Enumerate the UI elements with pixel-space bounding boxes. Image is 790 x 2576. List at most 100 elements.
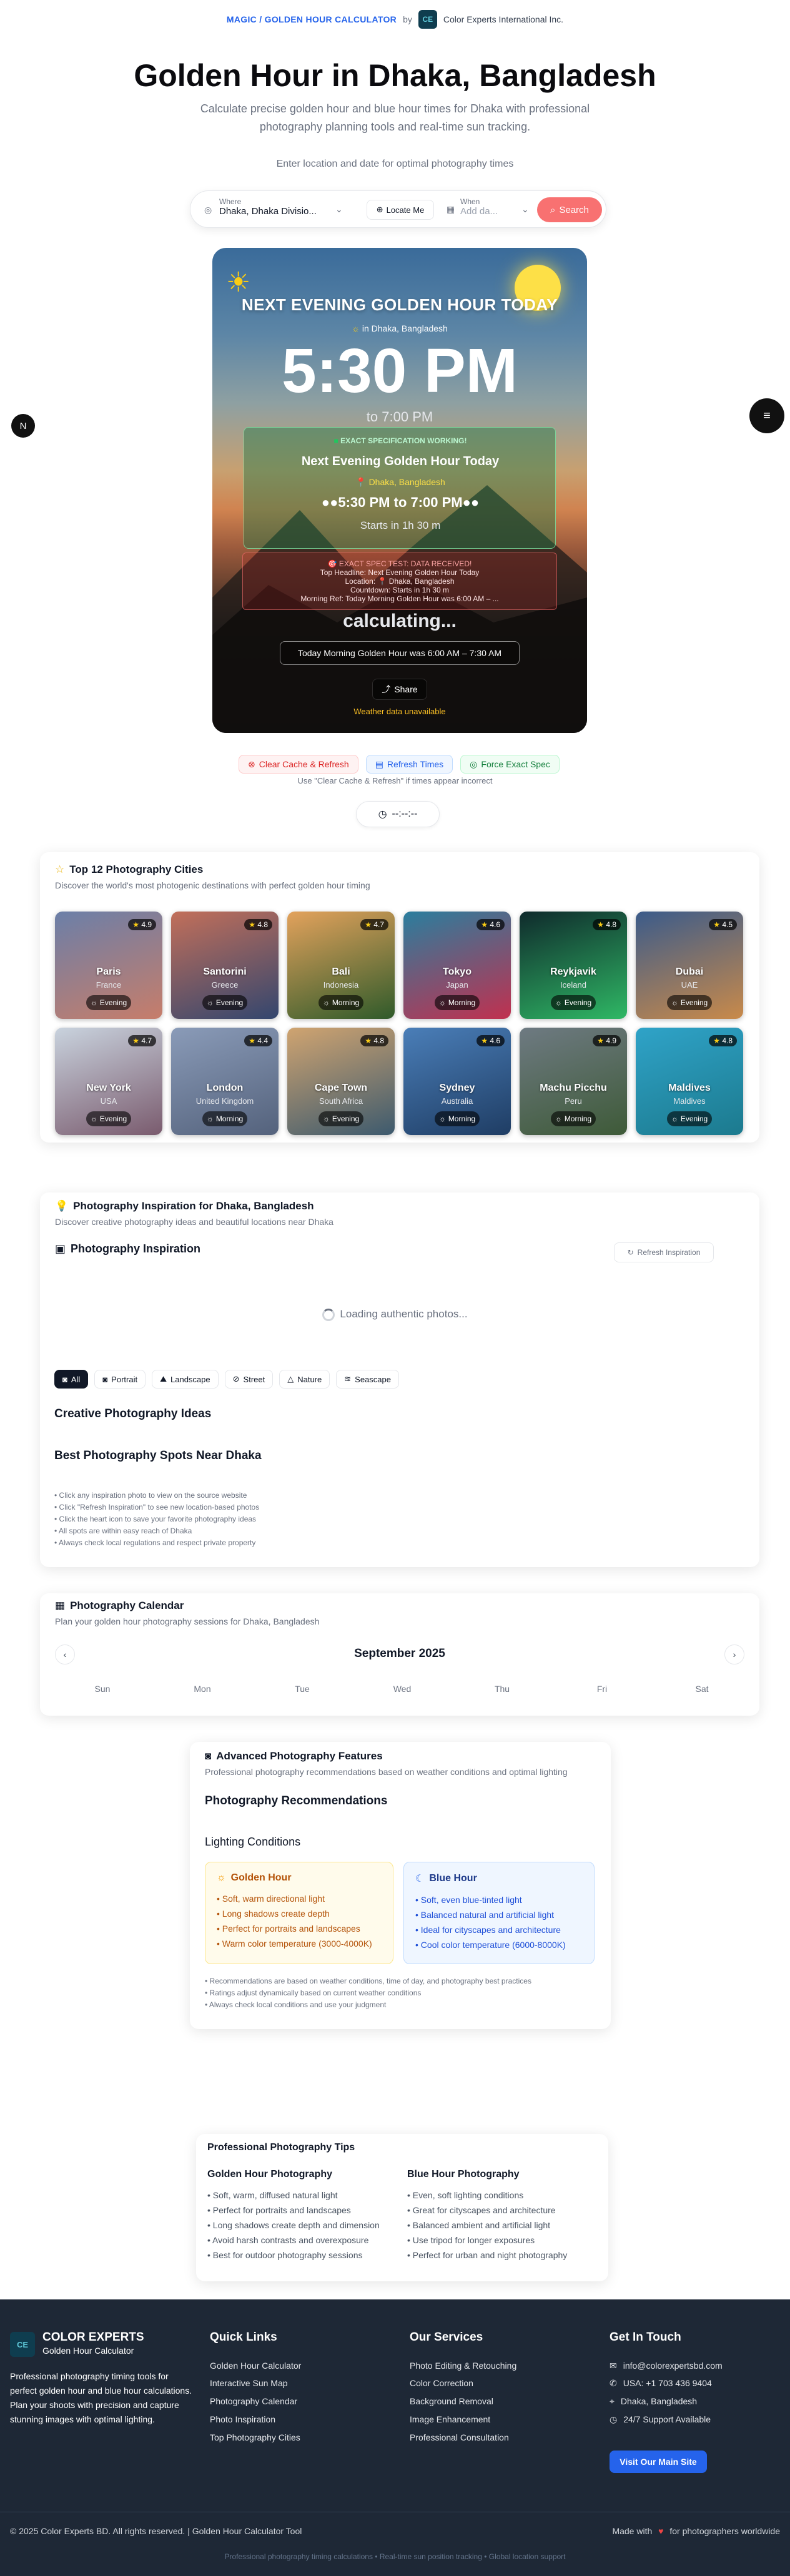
city-card[interactable]: ★ 4.6 Tokyo Japan ☼ Morning <box>403 912 511 1019</box>
refresh-times-button[interactable]: ▤ Refresh Times <box>365 755 453 774</box>
city-card[interactable]: ★ 4.8 Maldives Maldives ☼ Evening <box>636 1028 743 1135</box>
inspiration-notes: • Click any inspiration photo to view on… <box>54 1490 259 1549</box>
time-text: Morning <box>215 1114 244 1123</box>
contact-support: ◷ 24/7 Support Available <box>610 2414 711 2425</box>
golden-item: • Warm color temperature (3000-4000K) <box>217 1939 372 1949</box>
sun-icon: ☼ <box>322 1114 330 1123</box>
city-name: Cape Town <box>314 1083 368 1093</box>
filter-street[interactable]: ⊘ Street <box>224 1370 274 1389</box>
crosshair-icon: ⊕ <box>376 205 383 214</box>
note-item: • Click any inspiration photo to view on… <box>54 1491 247 1500</box>
locate-me-button[interactable]: ⊕ Locate Me <box>367 200 434 220</box>
filter-label: Street <box>243 1374 265 1384</box>
calendar-title-text: Photography Calendar <box>70 1600 184 1611</box>
city-card[interactable]: ★ 4.7 Bali Indonesia ☼ Morning <box>287 912 395 1019</box>
debug-line: Morning Ref: Today Morning Golden Hour w… <box>300 594 499 603</box>
city-card[interactable]: ★ 4.6 Sydney Australia ☼ Morning <box>403 1028 511 1135</box>
target-icon: ◎ <box>470 759 478 769</box>
footer-link[interactable]: Background Removal <box>410 2396 493 2406</box>
camera-icon: ◙ <box>102 1374 108 1384</box>
weekday-label: Thu <box>494 1684 510 1694</box>
city-card[interactable]: ★ 4.4 London United Kingdom ☼ Morning <box>171 1028 279 1135</box>
footer-link[interactable]: Golden Hour Calculator <box>210 2361 301 2371</box>
city-card[interactable]: ★ 4.5 Dubai UAE ☼ Evening <box>636 912 743 1019</box>
star-icon: ★ <box>249 1036 255 1045</box>
visit-main-site-button[interactable]: Visit Our Main Site <box>610 2451 707 2473</box>
footer-link[interactable]: Photography Calendar <box>210 2396 297 2406</box>
company-logo[interactable]: CE <box>418 10 437 29</box>
city-card[interactable]: ★ 4.8 Reykjavik Iceland ☼ Evening <box>520 912 627 1019</box>
star-icon: ★ <box>713 920 720 929</box>
share-button[interactable]: ⤴ Share <box>372 679 427 700</box>
where-field[interactable]: Where Dhaka, Dhaka Divisio... <box>219 197 369 222</box>
breadcrumb[interactable]: MAGIC / GOLDEN HOUR CALCULATOR <box>227 14 397 24</box>
location-hint: Enter location and date for optimal phot… <box>276 159 514 169</box>
city-card[interactable]: ★ 4.7 New York USA ☼ Evening <box>55 1028 162 1135</box>
filter-landscape[interactable]: ⛰ Landscape <box>152 1370 219 1389</box>
footer-link[interactable]: Top Photography Cities <box>210 2432 300 2442</box>
menu-icon[interactable]: ≡ <box>749 398 784 433</box>
tips-golden-column: Golden Hour Photography • Soft, warm, di… <box>207 2169 401 2263</box>
sun-icon: ☼ <box>438 998 446 1007</box>
golden-hour-box: ☼ Golden Hour • Soft, warm directional li… <box>205 1862 393 1964</box>
city-country: South Africa <box>318 1096 363 1106</box>
weekday-label: Sat <box>695 1684 709 1694</box>
advanced-subtitle: Professional photography recommendations… <box>205 1767 568 1777</box>
footer-link[interactable]: Color Correction <box>410 2378 473 2388</box>
city-name: Machu Picchu <box>540 1083 607 1093</box>
tips-title: Professional Photography Tips <box>207 2142 355 2153</box>
calendar-icon: ▦ <box>55 1600 66 1611</box>
chevron-down-icon[interactable]: ⌄ <box>521 204 529 215</box>
mail-icon: ✉ <box>610 2361 617 2371</box>
company-name[interactable]: Color Experts International Inc. <box>443 14 563 24</box>
city-card[interactable]: ★ 4.9 Paris France ☼ Evening <box>55 912 162 1019</box>
city-card[interactable]: ★ 4.8 Santorini Greece ☼ Evening <box>171 912 279 1019</box>
inspiration-title: 💡 Photography Inspiration for Dhaka, Bang… <box>55 1200 314 1212</box>
footer-link[interactable]: Interactive Sun Map <box>210 2378 288 2388</box>
filter-seascape[interactable]: ≋ Seascape <box>336 1370 399 1389</box>
refresh-inspiration-button[interactable]: ↻ Refresh Inspiration <box>614 1242 714 1262</box>
golden-hour-hero-card: ☀ NEXT EVENING GOLDEN HOUR TODAY ☼ in Dh… <box>212 248 587 733</box>
mountain-icon: ⛰ <box>160 1374 167 1384</box>
city-country: Iceland <box>560 980 586 990</box>
city-time-badge: ☼ Evening <box>318 1111 363 1126</box>
camera-icon: ◙ <box>62 1374 67 1384</box>
rating-value: 4.9 <box>141 920 152 929</box>
calculating-status: calculating... <box>343 611 457 631</box>
filter-all[interactable]: ◙ All <box>54 1370 89 1389</box>
time-text: Evening <box>332 1114 360 1123</box>
sun-icon: ☼ <box>217 1872 226 1883</box>
spec-time: ●●5:30 PM to 7:00 PM●● <box>321 494 480 510</box>
rating-value: 4.8 <box>606 920 616 929</box>
footer-link[interactable]: Photo Editing & Retouching <box>410 2361 516 2371</box>
best-spots-heading: Best Photography Spots Near Dhaka <box>54 1449 262 1462</box>
blue-hour-box: ☾ Blue Hour • Soft, even blue-tinted ligh… <box>403 1862 595 1964</box>
city-card[interactable]: ★ 4.9 Machu Picchu Peru ☼ Morning <box>520 1028 627 1135</box>
contact-email[interactable]: ✉ info@colorexpertsbd.com <box>610 2361 723 2371</box>
city-rating: ★ 4.8 <box>360 1035 388 1046</box>
advanced-notes: • Recommendations are based on weather c… <box>205 1975 531 2011</box>
tool-hint: Use "Clear Cache & Refresh" if times app… <box>297 776 493 785</box>
note-item: • Always check local regulations and res… <box>54 1538 256 1547</box>
contact-phone[interactable]: ✆ USA: +1 703 436 9404 <box>610 2378 712 2389</box>
filter-nature[interactable]: △ Nature <box>279 1370 330 1389</box>
footer-link[interactable]: Professional Consultation <box>410 2432 509 2442</box>
chevron-down-icon[interactable]: ⌄ <box>335 204 343 215</box>
city-country: Peru <box>565 1096 582 1106</box>
where-value[interactable]: Dhaka, Dhaka Divisio... <box>219 206 369 217</box>
filter-portrait[interactable]: ◙ Portrait <box>94 1370 146 1389</box>
search-button[interactable]: ⌕ Search <box>537 197 602 222</box>
clear-cache-button[interactable]: ⊗ Clear Cache & Refresh <box>239 755 358 774</box>
check-icon: ■ <box>333 436 338 445</box>
force-spec-button[interactable]: ◎ Force Exact Spec <box>460 755 560 774</box>
side-nav-button[interactable]: N <box>11 414 35 438</box>
heart-icon: ♥ <box>658 2526 664 2536</box>
city-card[interactable]: ★ 4.8 Cape Town South Africa ☼ Evening <box>287 1028 395 1135</box>
city-country: Indonesia <box>323 980 359 990</box>
weekday-label: Sun <box>94 1684 111 1694</box>
footer-link[interactable]: Photo Inspiration <box>210 2414 275 2424</box>
morning-golden-hour-pill: Today Morning Golden Hour was 6:00 AM – … <box>280 641 520 665</box>
footer-link[interactable]: Image Enhancement <box>410 2414 490 2424</box>
next-month-button[interactable]: › <box>724 1644 744 1664</box>
star-icon: ☆ <box>55 863 65 875</box>
